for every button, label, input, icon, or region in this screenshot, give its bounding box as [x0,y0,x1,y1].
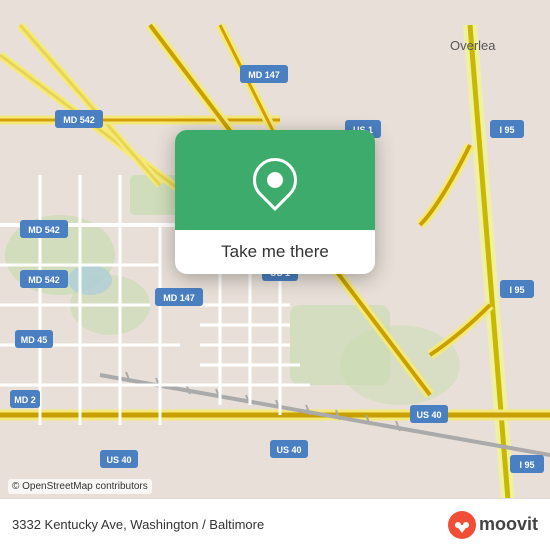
svg-text:MD 147: MD 147 [163,293,195,303]
svg-text:MD 542: MD 542 [63,115,95,125]
moovit-logo: moovit [448,511,538,539]
moovit-text: moovit [479,514,538,535]
svg-text:MD 147: MD 147 [248,70,280,80]
address-label: 3332 Kentucky Ave, Washington / Baltimor… [12,517,264,532]
bottom-bar: 3332 Kentucky Ave, Washington / Baltimor… [0,498,550,550]
svg-text:I 95: I 95 [509,285,524,295]
take-me-there-button[interactable]: Take me there [175,230,375,274]
osm-attribution: © OpenStreetMap contributors [8,479,152,494]
popup-green-header [175,130,375,230]
popup-card: Take me there [175,130,375,274]
svg-text:I 95: I 95 [519,460,534,470]
map-container: Overlea MD 542 MD 542 MD 542 MD 147 MD 1… [0,0,550,550]
svg-text:MD 45: MD 45 [21,335,48,345]
svg-text:US 40: US 40 [106,455,131,465]
svg-text:MD 542: MD 542 [28,225,60,235]
svg-text:US 40: US 40 [416,410,441,420]
svg-text:Overlea: Overlea [450,38,496,53]
svg-text:US 40: US 40 [276,445,301,455]
location-pin-icon [244,149,306,211]
svg-text:MD 542: MD 542 [28,275,60,285]
svg-text:MD 2: MD 2 [14,395,36,405]
moovit-brand-icon [448,511,476,539]
svg-text:I 95: I 95 [499,125,514,135]
